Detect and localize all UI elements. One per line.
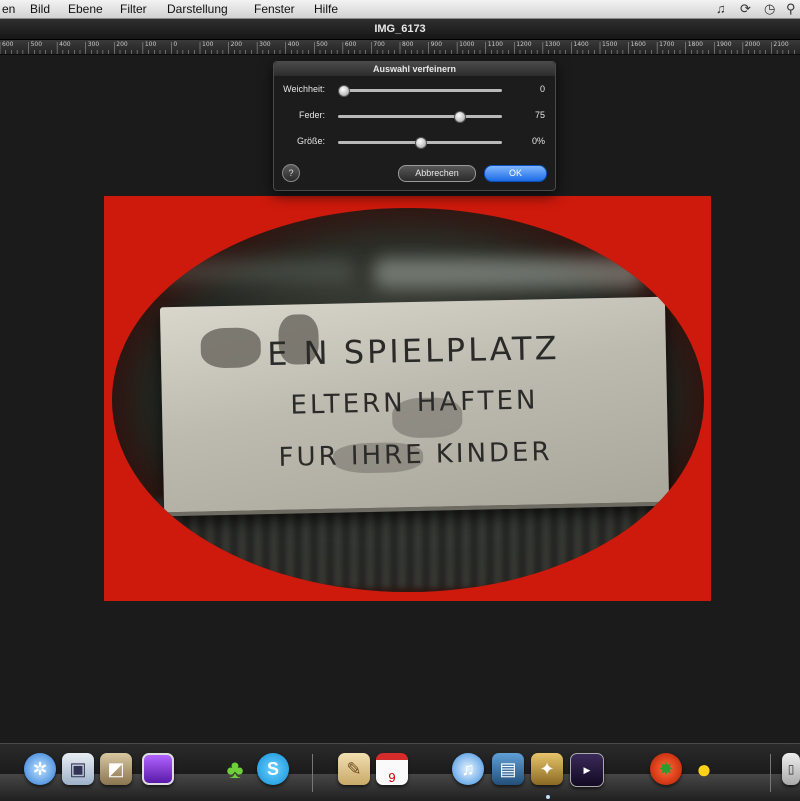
menu-item-ebene[interactable]: Ebene [68,2,103,16]
dock-separator [770,754,771,792]
metal-sign: E N SPIELPLATZ ELTERN HAFTEN FUR IHRE KI… [159,296,670,513]
feather-label: Feder: [298,110,325,120]
ruler-label: 400 [59,41,71,48]
horizontal-ruler[interactable]: 600 500 400 300 200 100 0 100 200 300 400 500 600 700… [0,40,800,55]
help-icon[interactable]: ? [282,164,300,182]
purple-app-icon[interactable] [142,753,174,785]
ruler-label: 800 [402,41,414,48]
vlc-icon[interactable]: ✸ [650,753,682,785]
ruler-label: 1000 [459,41,475,48]
notes-icon[interactable]: ✎ [338,753,370,785]
ruler-label: 600 [2,41,14,48]
sign-text-line-3: FUR IHRE KINDER [278,437,553,473]
sign-text-line-2: ELTERN HAFTEN [290,385,539,421]
photo-browser-icon[interactable]: ◩ [100,753,132,785]
preview-icon[interactable]: ▣ [62,753,94,785]
window-title: IMG_6173 [374,23,426,35]
size-label: Größe: [296,136,325,146]
size-slider-knob[interactable] [415,137,427,149]
cancel-button[interactable]: Abbrechen [398,165,476,182]
music-note-icon[interactable]: ♫ [716,1,726,16]
floor-grate [142,498,682,588]
trash-icon[interactable]: ▯ [782,753,800,785]
ruler-label: 2000 [744,41,761,48]
ruler-label: 500 [30,41,43,48]
refine-selection-dialog: Auswahl verfeinern Weichheit: 0 Feder: 7… [273,61,556,191]
ruler-label: 1200 [516,41,532,48]
safari-icon[interactable]: ✲ [24,753,56,785]
menu-item-darstellung[interactable]: Darstellung [167,2,228,16]
ruler-label: 1400 [573,41,589,48]
menu-bar: en Bild Ebene Filter Darstellung Fenster… [0,0,800,19]
oval-selection-area: E N SPIELPLATZ ELTERN HAFTEN FUR IHRE KI… [112,208,704,592]
ruler-label: 500 [316,41,328,48]
pixelmator-icon[interactable]: ✦ [531,753,563,785]
softness-value: 0 [539,84,545,94]
ruler-label: 1300 [544,41,561,48]
ruler-label: 1100 [487,41,503,48]
feather-value: 75 [534,110,545,120]
itunes-icon[interactable]: ♫ [452,753,484,785]
running-indicator [546,795,550,799]
ruler-label: 2100 [773,41,789,48]
menu-item-app[interactable]: en [2,2,15,16]
menu-item-bild[interactable]: Bild [30,2,50,16]
size-slider[interactable] [338,137,502,149]
ruler-label: 400 [287,41,300,48]
ruler-label: 900 [430,41,443,48]
ruler-label: 600 [344,41,357,48]
search-icon[interactable]: ⚲ [786,1,796,17]
ruler-label: 1600 [630,41,646,48]
ruler-label: 100 [202,41,214,48]
ruler-label: 1500 [602,41,618,48]
ok-button[interactable]: OK [484,165,547,182]
time-machine-icon[interactable]: ◷ [764,1,775,17]
menu-item-filter[interactable]: Filter [120,2,147,16]
cyberduck-icon[interactable]: ● [688,753,720,785]
ruler-label: 1900 [716,41,732,48]
ruler-label: 1800 [687,41,703,48]
adium-duck-icon[interactable]: ♣ [219,753,251,785]
ruler-label: 0 [173,41,178,48]
softness-label: Weichheit: [283,84,325,94]
dock: ✲ ▣ ◩ ♣ S ✎ 9 ♫ ▤ ✦ ▶ ✸ ● ▯ [0,743,800,801]
feather-slider-knob[interactable] [453,111,466,123]
ruler-label: 1700 [659,41,675,48]
background-light [374,258,644,288]
size-value: 0% [531,136,545,146]
menu-item-hilfe[interactable]: Hilfe [314,2,338,16]
skype-icon[interactable]: S [257,753,289,785]
ruler-label: 300 [87,41,100,48]
softness-slider[interactable] [338,85,502,97]
ruler-label: 100 [144,41,157,48]
menu-item-fenster[interactable]: Fenster [254,2,295,16]
ruler-label: 200 [116,41,128,48]
window-title-bar: IMG_6173 [0,19,800,40]
ruler-label: 300 [259,41,271,48]
dialog-title: Auswahl verfeinern [274,62,555,76]
photo: E N SPIELPLATZ ELTERN HAFTEN FUR IHRE KI… [104,196,711,601]
sync-icon[interactable]: ⟳ [740,1,751,17]
ruler-label: 700 [373,41,385,48]
dock-separator [312,754,313,792]
background-blur [152,260,352,282]
ruler-label: 200 [230,41,243,48]
frontrow-icon[interactable]: ▶ [570,753,604,787]
calendar-icon[interactable]: 9 [376,753,408,785]
feather-slider[interactable] [338,111,502,123]
softness-slider-knob[interactable] [338,85,350,97]
iphoto-icon[interactable]: ▤ [492,753,524,785]
